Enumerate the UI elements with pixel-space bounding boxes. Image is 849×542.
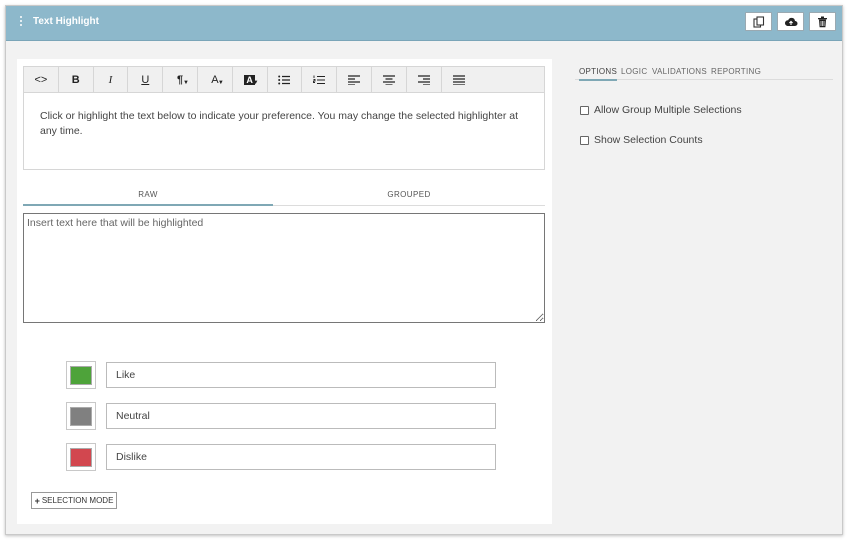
cloud-upload-icon [784,17,797,26]
code-icon: <> [34,73,48,86]
caret-down-icon: ▼ [183,80,189,86]
instruction-text-editor[interactable]: Click or highlight the text below to ind… [23,93,545,170]
option-label: Allow Group Multiple Selections [594,104,742,116]
mode-tabs: RAW GROUPED [23,190,545,206]
text-color-button[interactable]: A ▼ [198,67,233,92]
underline-icon: U [141,73,150,86]
justify-icon [452,74,465,85]
tab-validations[interactable]: VALIDATIONS [652,67,707,76]
numbered-list-button[interactable] [302,67,338,92]
align-left-icon [348,74,361,85]
bullet-list-icon [278,75,291,84]
italic-button[interactable]: I [94,67,129,92]
color-picker-button[interactable] [66,361,96,389]
highlight-source-textarea[interactable] [23,213,545,323]
tab-reporting[interactable]: REPORTING [711,67,761,76]
upload-button[interactable] [777,12,804,31]
card-header: Text Highlight [6,6,842,41]
color-picker-button[interactable] [66,402,96,430]
highlighter-row [66,361,496,389]
highlighter-row [66,402,496,430]
italic-icon: I [108,73,113,86]
tab-logic[interactable]: LOGIC [621,67,647,76]
show-selection-counts-checkbox[interactable] [580,135,589,145]
selection-mode-button[interactable]: + SELECTION MODE [31,492,117,509]
align-left-button[interactable] [337,67,372,92]
drag-handle-icon[interactable] [18,16,24,30]
highlighter-label-input[interactable] [106,362,496,388]
highlighter-label-input[interactable] [106,444,496,470]
align-right-icon [417,74,430,85]
caret-down-icon: ▼ [217,80,224,86]
color-swatch [70,365,92,385]
plus-icon: + [34,495,40,506]
bullet-list-button[interactable] [268,67,303,92]
option-label: Show Selection Counts [594,134,703,146]
tab-grouped[interactable]: GROUPED [284,190,534,206]
caret-down-icon: ▼ [252,80,259,86]
code-view-button[interactable]: <> [24,67,59,92]
delete-button[interactable] [809,12,836,31]
editor-panel: <> B I U ¶ ▼ A ▼ A ▼ Click or highlight … [17,59,552,524]
question-title: Text Highlight [33,16,99,27]
selection-mode-label: SELECTION MODE [41,496,114,505]
numbered-list-icon [313,75,326,84]
color-picker-button[interactable] [66,443,96,471]
tab-options[interactable]: OPTIONS [579,67,618,81]
color-swatch [70,406,92,426]
paragraph-format-button[interactable]: ¶ ▼ [163,67,198,92]
bold-icon: B [71,73,80,86]
copy-icon [752,15,764,28]
allow-group-multiple-selections-checkbox[interactable] [580,105,589,115]
highlighter-row [66,443,496,471]
underline-button[interactable]: U [128,67,164,92]
trash-icon [818,16,827,27]
copy-button[interactable] [745,12,772,31]
allow-group-multiple-selections-option[interactable]: Allow Group Multiple Selections [580,104,742,116]
highlighter-label-input[interactable] [106,403,496,429]
show-selection-counts-option[interactable]: Show Selection Counts [580,134,703,146]
rich-text-toolbar: <> B I U ¶ ▼ A ▼ A ▼ [23,66,545,93]
question-card: Text Highlight <> B I U ¶ ▼ A ▼ A ▼ Clic… [5,5,843,535]
justify-button[interactable] [442,67,477,92]
align-center-icon [382,74,395,85]
align-right-button[interactable] [407,67,442,92]
background-color-button[interactable]: A ▼ [233,67,268,92]
tab-raw[interactable]: RAW [23,190,273,206]
bold-button[interactable]: B [59,67,94,92]
align-center-button[interactable] [372,67,407,92]
settings-tabs: OPTIONS LOGIC VALIDATIONS REPORTING [575,63,833,81]
color-swatch [70,447,92,467]
